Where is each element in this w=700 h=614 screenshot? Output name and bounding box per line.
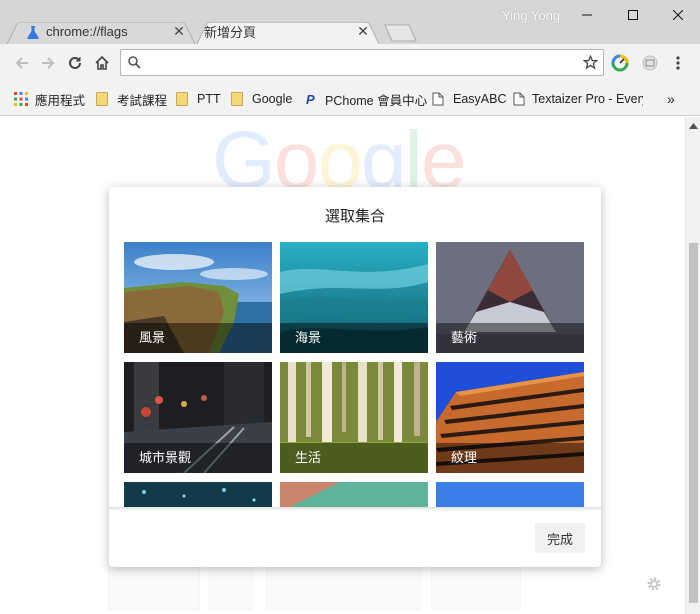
close-icon (673, 10, 683, 20)
page-icon (513, 92, 525, 106)
bookmark-apps[interactable]: 應用程式 (14, 90, 85, 108)
dialog-divider (109, 507, 601, 511)
page-scrollbar[interactable] (685, 117, 700, 614)
gear-icon[interactable] (646, 576, 662, 592)
reload-icon (69, 56, 81, 69)
select-collection-dialog: 選取集合 風景 海景 藝術 城市景觀 生活 紋理 完成 (109, 187, 601, 567)
folder-icon (231, 92, 245, 106)
home-icon (95, 55, 109, 70)
bookmarks-overflow-button[interactable]: » (667, 90, 675, 108)
collection-label: 藝術 (451, 330, 478, 345)
bookmark-label: PTT (197, 92, 221, 106)
profile-name[interactable]: Ying Yong (502, 8, 560, 23)
bookmark-label: PChome 會員中心 (325, 93, 428, 108)
bookmark-folder[interactable]: PTT (176, 90, 221, 108)
collection-card-cityscape[interactable]: 城市景觀 (124, 362, 272, 473)
close-window-button[interactable] (655, 0, 700, 30)
toolbar (0, 44, 700, 82)
tab-title: chrome://flags (46, 24, 128, 39)
folder-icon (176, 92, 190, 106)
tab-new-tab[interactable]: 新增分頁 ✕ (196, 18, 380, 45)
svg-text:P: P (306, 92, 315, 106)
flask-icon (26, 25, 40, 39)
collection-label: 城市景觀 (139, 450, 192, 465)
tab-title: 新增分頁 (204, 25, 257, 40)
star-icon[interactable] (583, 55, 598, 70)
bookmark-page[interactable]: Textaizer Pro - Every (513, 90, 643, 108)
tab-close-icon[interactable]: ✕ (356, 23, 370, 40)
bookmark-pchome[interactable]: P PChome 會員中心 (304, 90, 427, 108)
tab-chrome-flags[interactable]: chrome://flags ✕ (6, 18, 196, 45)
collection-card[interactable] (124, 482, 272, 508)
reload-button[interactable] (65, 53, 85, 73)
forward-button[interactable] (38, 53, 58, 73)
bookmark-folder[interactable]: Google (231, 90, 292, 108)
apps-grid-icon (14, 92, 28, 106)
collection-card-texture[interactable]: 紋理 (436, 362, 584, 473)
collection-card[interactable] (436, 482, 584, 508)
back-button[interactable] (12, 53, 32, 73)
bookmark-label: Textaizer Pro - Every (532, 92, 643, 106)
extension-button[interactable] (610, 53, 630, 73)
collection-card-seascape[interactable]: 海景 (280, 242, 428, 353)
arrow-right-icon (42, 57, 55, 69)
page-icon (432, 92, 446, 106)
maximize-button[interactable] (610, 0, 656, 30)
collection-card-art[interactable]: 藝術 (436, 242, 584, 353)
scroll-up-icon[interactable] (689, 123, 698, 129)
collection-label: 海景 (295, 330, 322, 345)
collection-thumbnail (280, 482, 428, 508)
menu-button[interactable] (668, 53, 688, 73)
collection-card[interactable] (280, 482, 428, 508)
scrollbar-thumb[interactable] (689, 243, 698, 603)
collection-card-life[interactable]: 生活 (280, 362, 428, 473)
arrow-left-icon (15, 57, 28, 69)
collection-card-landscape[interactable]: 風景 (124, 242, 272, 353)
collections-grid: 風景 海景 藝術 城市景觀 生活 紋理 (124, 242, 586, 508)
extension-ring-icon (611, 54, 629, 72)
maximize-icon (628, 10, 638, 20)
bookmark-label: 應用程式 (35, 93, 86, 108)
more-vert-icon (676, 56, 680, 70)
bookmark-folder[interactable]: 考試課程 (96, 90, 167, 108)
bookmark-label: Google (252, 92, 293, 106)
bookmarks-bar: 應用程式 考試課程 PTT Google P PChome 會員中心 EasyA… (0, 82, 700, 116)
minimize-button[interactable] (564, 0, 610, 30)
extension-button[interactable] (640, 53, 660, 73)
new-tab-button[interactable] (383, 24, 417, 42)
dialog-title: 選取集合 (324, 208, 385, 225)
tab-close-icon[interactable]: ✕ (172, 23, 186, 40)
collection-label: 風景 (139, 330, 166, 345)
folder-icon (96, 92, 110, 106)
pchome-icon: P (304, 92, 318, 106)
title-bar: chrome://flags ✕ 新增分頁 ✕ Ying Yong (0, 0, 700, 45)
collection-label: 生活 (295, 450, 322, 465)
minimize-icon (582, 14, 592, 16)
bookmark-label: 考試課程 (117, 93, 168, 108)
home-button[interactable] (92, 53, 112, 73)
done-button[interactable]: 完成 (535, 523, 585, 553)
collection-thumbnail (436, 482, 584, 508)
address-bar[interactable] (120, 49, 604, 76)
search-icon (128, 56, 141, 69)
collection-thumbnail (124, 482, 272, 508)
bookmark-label: EasyABC (453, 92, 507, 106)
address-input[interactable] (147, 53, 577, 73)
collection-label: 紋理 (451, 450, 478, 465)
extension-image-icon (642, 55, 658, 71)
bookmark-page[interactable]: EasyABC (432, 90, 507, 108)
